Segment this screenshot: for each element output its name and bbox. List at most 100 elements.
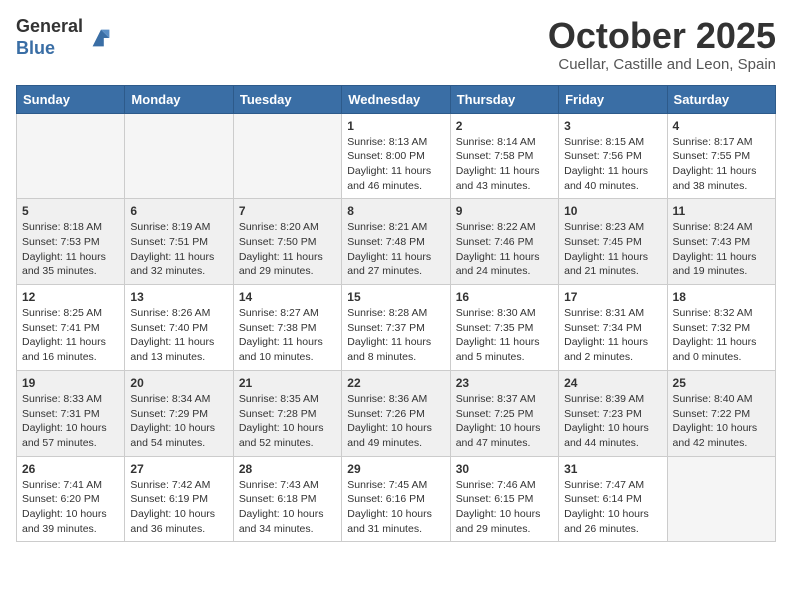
cell-content: Sunset: 7:53 PM — [22, 235, 119, 250]
cell-content: Daylight: 11 hours and 2 minutes. — [564, 335, 661, 364]
date-number: 30 — [456, 462, 553, 476]
location: Cuellar, Castille and Leon, Spain — [548, 56, 776, 73]
date-number: 11 — [673, 204, 770, 218]
title-block: October 2025 Cuellar, Castille and Leon,… — [548, 16, 776, 73]
cell-content: Sunrise: 8:31 AM — [564, 306, 661, 321]
cell-content: Daylight: 11 hours and 43 minutes. — [456, 164, 553, 193]
calendar-cell: 28Sunrise: 7:43 AMSunset: 6:18 PMDayligh… — [233, 456, 341, 542]
calendar-cell: 20Sunrise: 8:34 AMSunset: 7:29 PMDayligh… — [125, 370, 233, 456]
cell-content: Sunset: 7:26 PM — [347, 407, 444, 422]
logo-icon — [87, 24, 115, 52]
cell-content: Daylight: 10 hours and 47 minutes. — [456, 421, 553, 450]
date-number: 6 — [130, 204, 227, 218]
date-number: 2 — [456, 119, 553, 133]
calendar-cell — [233, 113, 341, 199]
cell-content: Sunset: 7:38 PM — [239, 321, 336, 336]
cell-content: Sunset: 7:50 PM — [239, 235, 336, 250]
calendar-cell: 2 Sunrise: 8:14 AMSunset: 7:58 PMDaylight… — [450, 113, 558, 199]
calendar-cell: 3Sunrise: 8:15 AMSunset: 7:56 PMDaylight… — [559, 113, 667, 199]
date-number: 7 — [239, 204, 336, 218]
calendar-cell: 16Sunrise: 8:30 AMSunset: 7:35 PMDayligh… — [450, 285, 558, 371]
date-number: 25 — [673, 376, 770, 390]
calendar-cell: 24Sunrise: 8:39 AMSunset: 7:23 PMDayligh… — [559, 370, 667, 456]
cell-content: Sunset: 7:40 PM — [130, 321, 227, 336]
date-number: 22 — [347, 376, 444, 390]
date-number: 23 — [456, 376, 553, 390]
calendar-cell: 17 Sunrise: 8:31 AMSunset: 7:34 PMDayligh… — [559, 285, 667, 371]
cell-content: Daylight: 11 hours and 21 minutes. — [564, 250, 661, 279]
calendar-table: SundayMondayTuesdayWednesdayThursdayFrid… — [16, 85, 776, 543]
cell-content: Daylight: 11 hours and 10 minutes. — [239, 335, 336, 364]
cell-content: Sunrise: 7:41 AM — [22, 478, 119, 493]
calendar-cell: 31Sunrise: 7:47 AMSunset: 6:14 PMDayligh… — [559, 456, 667, 542]
calendar-cell: 27Sunrise: 7:42 AMSunset: 6:19 PMDayligh… — [125, 456, 233, 542]
cell-content: Sunrise: 8:37 AM — [456, 392, 553, 407]
cell-content: Sunset: 7:43 PM — [673, 235, 770, 250]
cell-content: Daylight: 11 hours and 5 minutes. — [456, 335, 553, 364]
calendar-cell: 6Sunrise: 8:19 AMSunset: 7:51 PMDaylight… — [125, 199, 233, 285]
cell-content: Sunrise: 8:14 AM — [456, 135, 553, 150]
cell-content: Daylight: 10 hours and 42 minutes. — [673, 421, 770, 450]
cell-content: Sunset: 7:35 PM — [456, 321, 553, 336]
date-number: 17 — [564, 290, 661, 304]
weekday-header-monday: Monday — [125, 85, 233, 113]
cell-content: Sunset: 7:41 PM — [22, 321, 119, 336]
logo: General Blue — [16, 16, 115, 59]
cell-content: Sunset: 7:58 PM — [456, 149, 553, 164]
calendar-cell: 26Sunrise: 7:41 AMSunset: 6:20 PMDayligh… — [17, 456, 125, 542]
cell-content: Sunrise: 7:43 AM — [239, 478, 336, 493]
cell-content: Sunset: 7:46 PM — [456, 235, 553, 250]
cell-content: Sunset: 6:16 PM — [347, 492, 444, 507]
cell-content: Sunset: 7:55 PM — [673, 149, 770, 164]
weekday-header-wednesday: Wednesday — [342, 85, 450, 113]
date-number: 31 — [564, 462, 661, 476]
calendar-cell: 5Sunrise: 8:18 AMSunset: 7:53 PMDaylight… — [17, 199, 125, 285]
cell-content: Sunrise: 8:40 AM — [673, 392, 770, 407]
date-number: 5 — [22, 204, 119, 218]
cell-content: Sunrise: 8:17 AM — [673, 135, 770, 150]
cell-content: Sunset: 7:25 PM — [456, 407, 553, 422]
cell-content: Sunset: 7:29 PM — [130, 407, 227, 422]
cell-content: Daylight: 11 hours and 19 minutes. — [673, 250, 770, 279]
calendar-cell: 30Sunrise: 7:46 AMSunset: 6:15 PMDayligh… — [450, 456, 558, 542]
date-number: 21 — [239, 376, 336, 390]
date-number: 26 — [22, 462, 119, 476]
date-number: 8 — [347, 204, 444, 218]
date-number: 4 — [673, 119, 770, 133]
cell-content: Sunset: 7:22 PM — [673, 407, 770, 422]
date-number: 3 — [564, 119, 661, 133]
cell-content: Sunrise: 8:34 AM — [130, 392, 227, 407]
cell-content: Sunrise: 8:27 AM — [239, 306, 336, 321]
cell-content: Sunrise: 8:33 AM — [22, 392, 119, 407]
cell-content: Sunrise: 8:18 AM — [22, 220, 119, 235]
calendar-cell: 12Sunrise: 8:25 AMSunset: 7:41 PMDayligh… — [17, 285, 125, 371]
cell-content: Sunrise: 8:23 AM — [564, 220, 661, 235]
cell-content: Daylight: 10 hours and 39 minutes. — [22, 507, 119, 536]
date-number: 9 — [456, 204, 553, 218]
cell-content: Sunrise: 7:42 AM — [130, 478, 227, 493]
cell-content: Sunrise: 8:21 AM — [347, 220, 444, 235]
cell-content: Sunrise: 7:45 AM — [347, 478, 444, 493]
cell-content: Daylight: 10 hours and 36 minutes. — [130, 507, 227, 536]
month-title: October 2025 — [548, 16, 776, 56]
cell-content: Sunset: 7:45 PM — [564, 235, 661, 250]
calendar-cell: 10 Sunrise: 8:23 AMSunset: 7:45 PMDayligh… — [559, 199, 667, 285]
cell-content: Sunset: 7:34 PM — [564, 321, 661, 336]
date-number: 10 — [564, 204, 661, 218]
calendar-cell: 29Sunrise: 7:45 AMSunset: 6:16 PMDayligh… — [342, 456, 450, 542]
calendar-cell: 4Sunrise: 8:17 AMSunset: 7:55 PMDaylight… — [667, 113, 775, 199]
cell-content: Sunrise: 8:32 AM — [673, 306, 770, 321]
date-number: 13 — [130, 290, 227, 304]
cell-content: Daylight: 11 hours and 13 minutes. — [130, 335, 227, 364]
calendar-cell: 25 Sunrise: 8:40 AMSunset: 7:22 PMDayligh… — [667, 370, 775, 456]
date-number: 18 — [673, 290, 770, 304]
weekday-header-friday: Friday — [559, 85, 667, 113]
calendar-cell — [125, 113, 233, 199]
cell-content: Daylight: 10 hours and 52 minutes. — [239, 421, 336, 450]
cell-content: Sunset: 6:19 PM — [130, 492, 227, 507]
calendar-cell: 14Sunrise: 8:27 AMSunset: 7:38 PMDayligh… — [233, 285, 341, 371]
cell-content: Daylight: 11 hours and 0 minutes. — [673, 335, 770, 364]
cell-content: Daylight: 10 hours and 26 minutes. — [564, 507, 661, 536]
cell-content: Daylight: 11 hours and 32 minutes. — [130, 250, 227, 279]
cell-content: Sunrise: 8:13 AM — [347, 135, 444, 150]
